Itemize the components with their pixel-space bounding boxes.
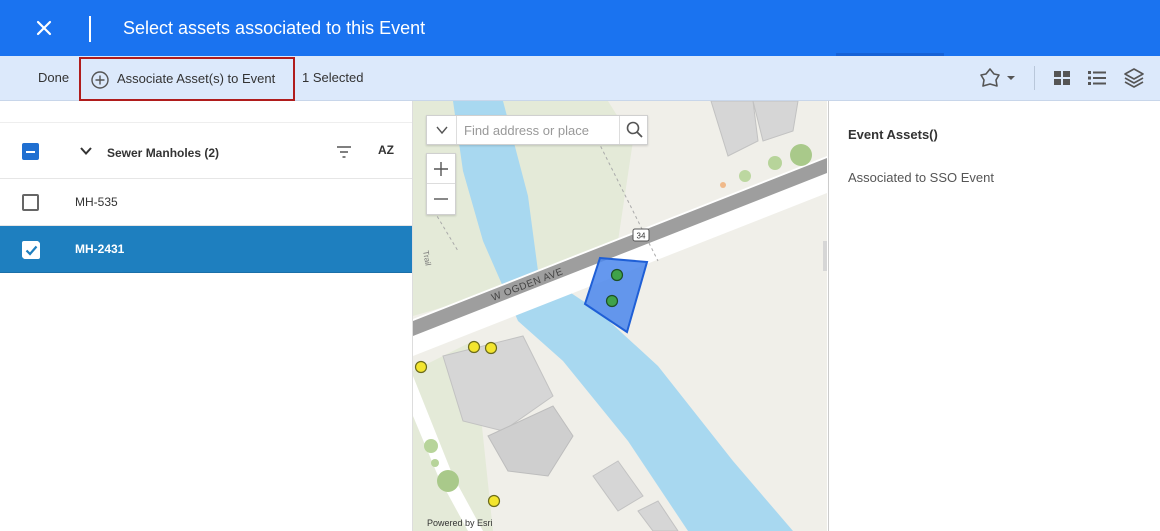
event-assets-panel: Event Assets() Associated to SSO Event [828, 101, 1160, 531]
list-icon [1088, 71, 1106, 85]
close-icon [36, 20, 52, 36]
tree [437, 470, 459, 492]
building-edge [823, 241, 827, 271]
poi-dot [720, 182, 726, 188]
app-header: Select assets associated to this Event [0, 0, 1160, 56]
plus-icon [434, 162, 448, 176]
selection-tool-dropdown[interactable] [978, 66, 1020, 90]
associate-assets-label: Associate Asset(s) to Event [117, 71, 276, 86]
associate-assets-button[interactable]: Associate Asset(s) to Event [79, 57, 295, 101]
event-assets-title: Event Assets() [848, 127, 938, 142]
item-label: MH-535 [75, 195, 118, 209]
asset-group-header: Sewer Manholes (2) AZ [0, 123, 412, 179]
tree [424, 439, 438, 453]
group-select-all-checkbox[interactable] [22, 143, 39, 160]
map-view[interactable]: 34 W OGDEN AVE Trail Find address or pla… [413, 101, 827, 531]
zoom-out-button[interactable] [427, 184, 455, 214]
item-label: MH-2431 [75, 242, 125, 256]
zoom-in-button[interactable] [427, 154, 455, 184]
search-input[interactable] [458, 116, 618, 144]
item-checkbox[interactable] [22, 241, 40, 259]
manhole-marker[interactable] [487, 494, 501, 508]
list-view-button[interactable] [1086, 66, 1108, 90]
selected-count: 1 Selected [302, 70, 364, 85]
search-source-dropdown[interactable] [427, 116, 457, 144]
zoom-control [426, 153, 456, 215]
building [710, 101, 759, 157]
tree [790, 144, 812, 166]
filter-icon[interactable] [335, 143, 353, 161]
manhole-marker[interactable] [484, 341, 498, 355]
minus-icon [434, 198, 448, 200]
tree [739, 170, 751, 182]
grid-icon [1054, 71, 1070, 85]
page-title: Select assets associated to this Event [123, 18, 426, 38]
map-attribution[interactable]: Powered by Esri [427, 518, 493, 528]
selected-manhole-marker[interactable] [605, 294, 619, 308]
toolbar-separator [1034, 66, 1035, 90]
building [592, 460, 644, 512]
header-divider [89, 16, 91, 42]
manhole-marker[interactable] [414, 360, 428, 374]
search-button[interactable] [619, 116, 648, 144]
route-shield-label: 34 [637, 232, 646, 241]
list-top-spacer [0, 101, 412, 123]
close-button[interactable] [30, 14, 58, 42]
triangle-down-icon [436, 126, 448, 135]
asset-list-panel: Sewer Manholes (2) AZ MH-535 MH-2431 [0, 101, 413, 531]
map-search-widget [426, 115, 648, 145]
checkmark-icon [23, 242, 40, 259]
tree [768, 156, 782, 170]
asset-group-label: Sewer Manholes (2) [107, 146, 220, 160]
chevron-down-icon[interactable] [78, 143, 94, 159]
list-item[interactable]: MH-2431 [0, 226, 412, 273]
add-circle-icon [91, 71, 109, 89]
tree [431, 459, 439, 467]
sort-az-button[interactable]: AZ [378, 143, 394, 157]
polygon-select-icon [980, 68, 1015, 87]
layers-icon [1124, 68, 1144, 88]
layers-button[interactable] [1122, 66, 1146, 90]
search-icon [626, 121, 643, 138]
building [752, 101, 799, 142]
map-canvas[interactable]: 34 W OGDEN AVE Trail [413, 101, 827, 531]
toolbar: Done Associate Asset(s) to Event 1 Selec… [0, 56, 1160, 101]
done-button[interactable]: Done [38, 70, 69, 85]
item-checkbox[interactable] [22, 194, 39, 211]
grid-view-button[interactable] [1051, 66, 1073, 90]
manhole-marker[interactable] [467, 340, 481, 354]
list-item[interactable]: MH-535 [0, 179, 412, 226]
event-assets-subtitle: Associated to SSO Event [848, 170, 994, 185]
selected-manhole-marker[interactable] [610, 268, 624, 282]
